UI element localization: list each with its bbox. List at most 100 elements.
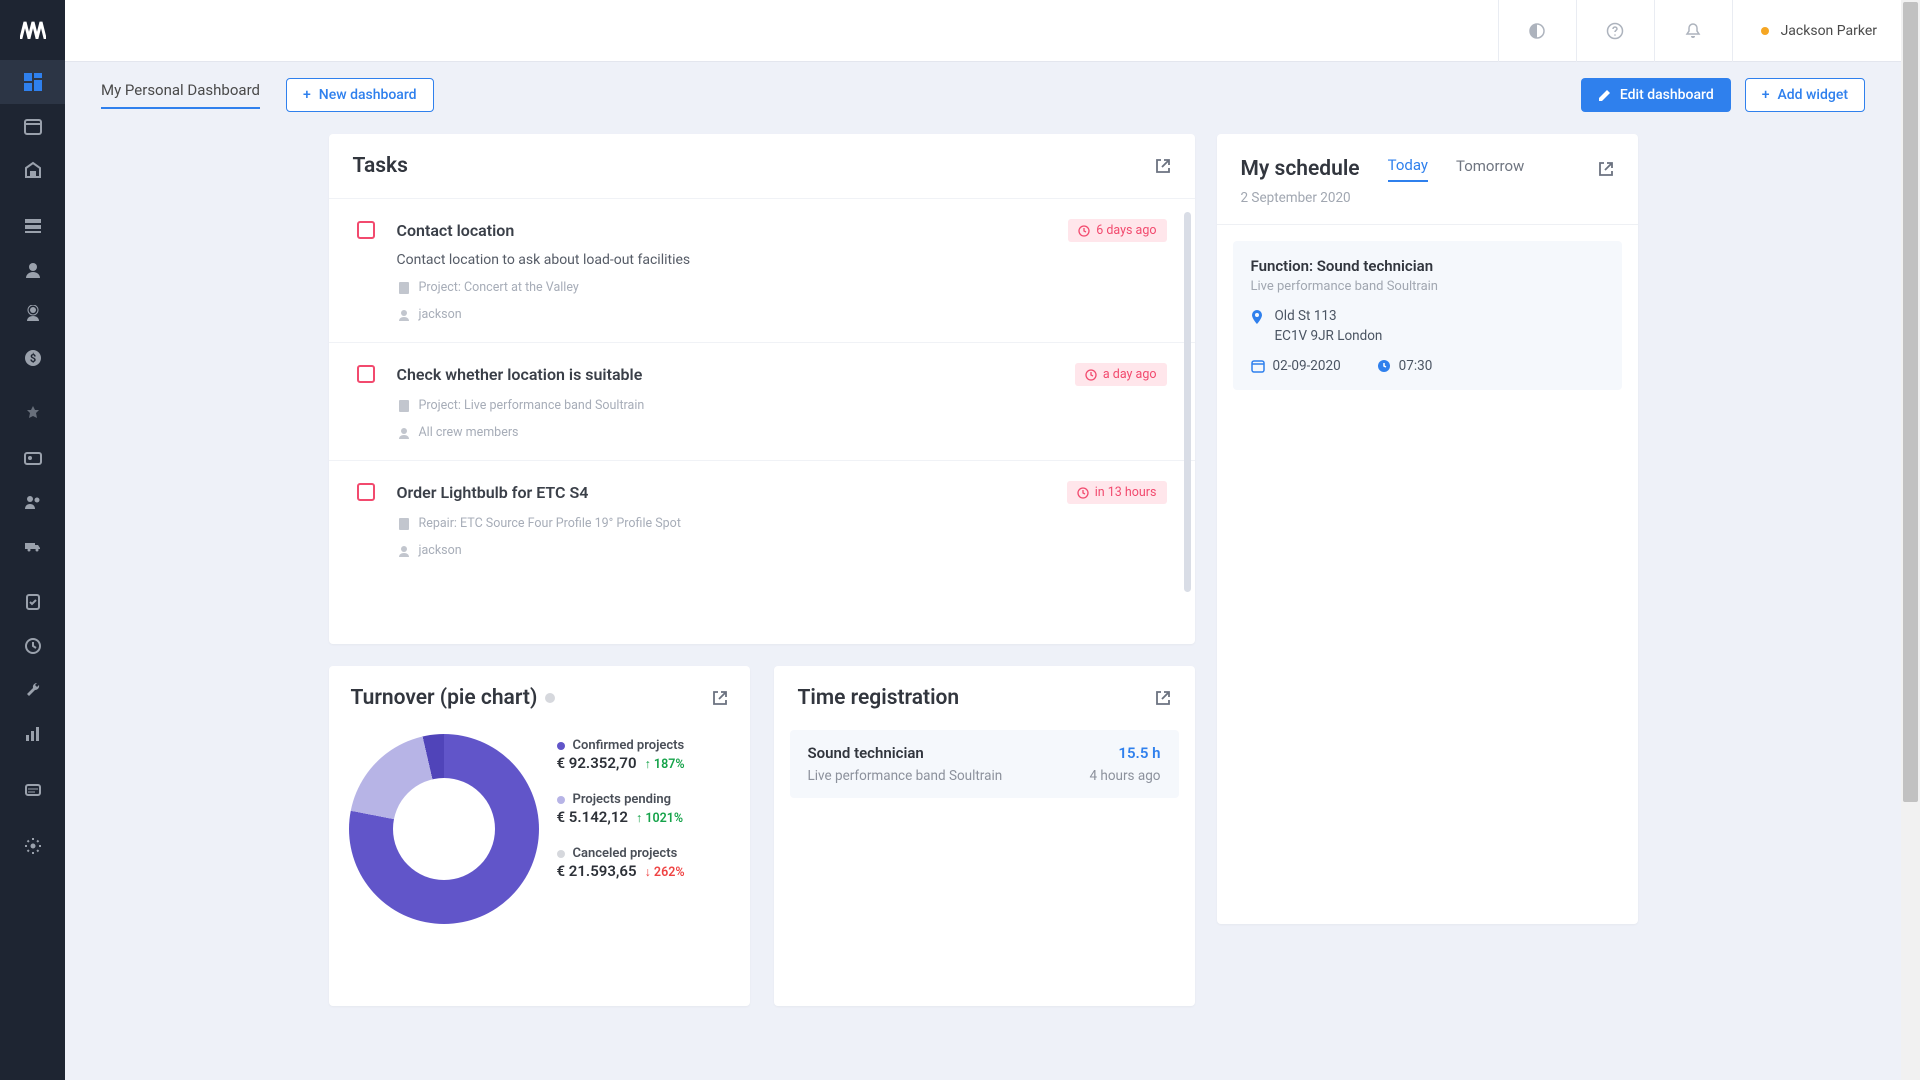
task-assignee: jackson	[419, 543, 462, 558]
legend-pct: ↑ 1021%	[636, 811, 683, 826]
time-item-sub: Live performance band Soultrain	[808, 768, 1003, 784]
task-project: Repair: ETC Source Four Profile 19° Prof…	[419, 516, 681, 531]
task-checkbox[interactable]	[357, 483, 375, 501]
nav-crew[interactable]	[0, 292, 65, 336]
nav-calendar[interactable]	[0, 104, 65, 148]
document-icon	[397, 399, 411, 413]
page-scrollbar[interactable]	[1901, 0, 1920, 1080]
nav-tasks[interactable]	[0, 580, 65, 624]
legend-item: Confirmed projects € 92.352,70 ↑ 187%	[557, 738, 730, 772]
nav-finance[interactable]: $	[0, 336, 65, 380]
app-logo	[0, 0, 65, 60]
tab-tomorrow[interactable]: Tomorrow	[1456, 157, 1524, 181]
legend-value: € 21.593,65	[557, 862, 637, 880]
status-dot	[1761, 27, 1769, 35]
schedule-date: 2 September 2020	[1241, 190, 1614, 206]
nav-time[interactable]	[0, 624, 65, 668]
nav-warehouse[interactable]	[0, 148, 65, 192]
time-item-ago: 4 hours ago	[1089, 768, 1160, 784]
legend-label: Confirmed projects	[573, 738, 685, 753]
dashboard-toolbar: My Personal Dashboard + New dashboard Ed…	[101, 78, 1865, 112]
nav-projects[interactable]	[0, 204, 65, 248]
task-assignee: All crew members	[419, 425, 519, 440]
tab-today[interactable]: Today	[1388, 156, 1428, 182]
clock-icon	[1085, 369, 1097, 381]
sidebar: $	[0, 0, 65, 1080]
open-schedule-icon[interactable]	[1598, 161, 1614, 177]
nav-vehicles[interactable]	[0, 524, 65, 568]
task-title: Contact location	[397, 221, 515, 240]
legend-value: € 5.142,12	[557, 808, 629, 826]
nav-contacts[interactable]	[0, 248, 65, 292]
task-due-badge: in 13 hours	[1067, 481, 1167, 504]
legend-item: Projects pending € 5.142,12 ↑ 1021%	[557, 792, 730, 826]
clock-icon	[1377, 359, 1391, 373]
theme-icon[interactable]	[1498, 0, 1576, 62]
task-title: Check whether location is suitable	[397, 365, 643, 384]
add-widget-label: Add widget	[1778, 87, 1849, 103]
new-dashboard-button[interactable]: + New dashboard	[286, 78, 434, 112]
task-row[interactable]: Check whether location is suitable a day…	[329, 342, 1195, 460]
task-title: Order Lightbulb for ETC S4	[397, 483, 589, 502]
schedule-address-1: Old St 113	[1275, 308, 1383, 324]
schedule-title: My schedule	[1241, 157, 1360, 181]
person-icon	[397, 544, 411, 558]
edit-dashboard-button[interactable]: Edit dashboard	[1581, 78, 1731, 112]
person-icon	[397, 308, 411, 322]
legend-value: € 92.352,70	[557, 754, 637, 772]
legend-pct: ↓ 262%	[645, 865, 685, 880]
legend-item: Canceled projects € 21.593,65 ↓ 262%	[557, 846, 730, 880]
schedule-item[interactable]: Function: Sound technician Live performa…	[1233, 241, 1622, 390]
add-widget-button[interactable]: + Add widget	[1745, 78, 1865, 112]
turnover-donut-chart	[349, 734, 539, 924]
nav-id-card[interactable]	[0, 436, 65, 480]
task-checkbox[interactable]	[357, 365, 375, 383]
user-menu[interactable]: Jackson Parker	[1732, 0, 1877, 62]
document-icon	[397, 517, 411, 531]
nav-stats[interactable]	[0, 712, 65, 756]
nav-settings[interactable]	[0, 824, 65, 868]
nav-maintenance[interactable]	[0, 668, 65, 712]
schedule-function: Function: Sound technician	[1251, 257, 1604, 275]
task-assignee: jackson	[419, 307, 462, 322]
legend-label: Canceled projects	[573, 846, 678, 861]
bell-icon[interactable]	[1654, 0, 1732, 62]
dashboard-title[interactable]: My Personal Dashboard	[101, 81, 260, 109]
nav-team[interactable]	[0, 480, 65, 524]
schedule-address-2: EC1V 9JR London	[1275, 328, 1383, 344]
task-checkbox[interactable]	[357, 221, 375, 239]
task-project: Project: Concert at the Valley	[419, 280, 579, 295]
schedule-subtitle: Live performance band Soultrain	[1251, 279, 1604, 294]
turnover-title: Turnover (pie chart)	[351, 686, 538, 710]
nav-dashboard[interactable]	[0, 60, 65, 104]
location-pin-icon	[1251, 310, 1263, 344]
task-due-badge: a day ago	[1075, 363, 1167, 386]
user-name: Jackson Parker	[1781, 23, 1877, 39]
turnover-status-dot	[545, 693, 555, 703]
time-item-name: Sound technician	[808, 744, 924, 762]
pencil-icon	[1598, 88, 1612, 102]
time-title: Time registration	[798, 686, 960, 710]
schedule-time-val: 07:30	[1399, 358, 1433, 374]
edit-dashboard-label: Edit dashboard	[1620, 87, 1714, 103]
open-turnover-icon[interactable]	[712, 690, 728, 706]
schedule-widget: My schedule Today Tomorrow 2 September 2…	[1217, 134, 1638, 924]
scrollbar-thumb[interactable]	[1903, 2, 1918, 802]
time-item[interactable]: Sound technician 15.5 h Live performance…	[790, 730, 1179, 798]
open-tasks-icon[interactable]	[1155, 158, 1171, 174]
nav-messages[interactable]	[0, 768, 65, 812]
task-row[interactable]: Contact location 6 days ago Contact loca…	[329, 198, 1195, 342]
nav-equipment[interactable]	[0, 392, 65, 436]
legend-dot	[557, 796, 565, 804]
help-icon[interactable]	[1576, 0, 1654, 62]
tasks-title: Tasks	[353, 154, 408, 178]
person-icon	[397, 426, 411, 440]
legend-pct: ↑ 187%	[645, 757, 685, 772]
new-dashboard-label: New dashboard	[319, 87, 417, 103]
task-project: Project: Live performance band Soultrain	[419, 398, 645, 413]
legend-label: Projects pending	[573, 792, 672, 807]
document-icon	[397, 281, 411, 295]
open-time-icon[interactable]	[1155, 690, 1171, 706]
task-row[interactable]: Order Lightbulb for ETC S4 in 13 hours R…	[329, 460, 1195, 578]
svg-text:$: $	[29, 352, 35, 365]
